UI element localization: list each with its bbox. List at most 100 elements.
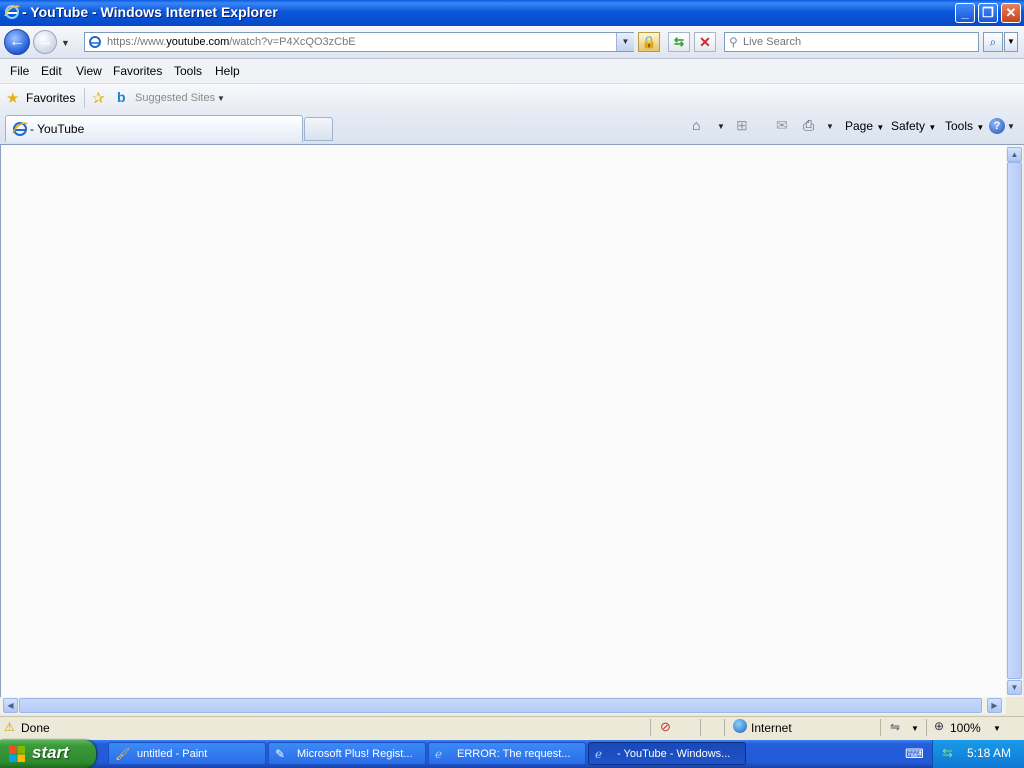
task-label: Microsoft Plus! Regist... xyxy=(297,748,413,760)
warning-icon: ⚠ xyxy=(4,720,15,734)
tools-menu-label: Tools xyxy=(945,119,974,133)
task-label: ERROR: The request... xyxy=(457,748,571,760)
keyboard-icon[interactable]: ⌨ xyxy=(905,746,924,762)
start-button[interactable]: start xyxy=(0,740,96,768)
status-bar xyxy=(0,716,1024,741)
page-content[interactable] xyxy=(0,145,1006,697)
menu-tools[interactable]: Tools xyxy=(174,64,202,78)
home-dropdown[interactable]: ▼ xyxy=(717,122,725,131)
ie-icon xyxy=(12,122,28,136)
search-input[interactable] xyxy=(743,34,973,50)
print-icon[interactable]: ⎙ xyxy=(803,117,814,134)
stop-button[interactable]: ✕ xyxy=(694,32,716,52)
zoom-level[interactable]: 100% xyxy=(950,721,981,735)
close-icon: ✕ xyxy=(1005,5,1017,20)
status-divider xyxy=(880,719,881,736)
suggested-sites-dropdown[interactable]: ▼ xyxy=(217,94,225,103)
favorites-star-icon: ★ xyxy=(6,90,20,107)
clock[interactable]: 5:18 AM xyxy=(967,746,1011,760)
feeds-icon[interactable]: ⊞ xyxy=(736,117,748,134)
internet-zone-icon xyxy=(733,719,747,733)
search-options-dropdown[interactable]: ▼ xyxy=(1004,32,1018,52)
home-icon[interactable]: ⌂ xyxy=(692,117,700,133)
favorites-button[interactable]: Favorites xyxy=(26,91,75,105)
menu-view[interactable]: View xyxy=(76,64,102,78)
suggested-sites-button[interactable]: Suggested Sites xyxy=(135,92,215,104)
safety-menu-label: Safety xyxy=(891,119,926,133)
menu-help[interactable]: Help xyxy=(215,64,240,78)
protected-mode-icon[interactable]: ⇋ xyxy=(890,720,900,734)
popup-blocked-icon[interactable]: ⊘ xyxy=(660,719,671,735)
status-divider xyxy=(650,719,651,736)
url-text: https://www.youtube.com/watch?v=P4XcQO3z… xyxy=(107,36,356,48)
refresh-icon: ⇆ xyxy=(673,35,685,49)
menu-edit[interactable]: Edit xyxy=(41,64,62,78)
address-dropdown[interactable]: ▼ xyxy=(616,33,634,51)
status-text: Done xyxy=(21,721,50,735)
network-tray-icon[interactable]: ⇆ xyxy=(942,745,953,761)
ie-icon xyxy=(4,5,20,19)
recent-pages-dropdown[interactable]: ▼ xyxy=(61,38,70,48)
task-label: untitled - Paint xyxy=(137,748,208,760)
page-menu[interactable]: Page ▼ xyxy=(845,119,884,133)
magnifier-icon: ⌕ xyxy=(989,35,997,49)
scroll-down-button[interactable]: ▼ xyxy=(1007,680,1022,695)
safety-menu[interactable]: Safety ▼ xyxy=(891,119,936,133)
refresh-button[interactable]: ⇆ xyxy=(668,32,690,52)
add-to-favorites-icon[interactable]: ✰ xyxy=(92,89,105,107)
stop-icon: ✕ xyxy=(699,34,711,50)
vertical-scroll-thumb[interactable] xyxy=(1007,162,1022,679)
security-zone[interactable]: Internet xyxy=(751,721,792,735)
address-field[interactable]: https://www.youtube.com/watch?v=P4XcQO3z… xyxy=(84,32,634,52)
restore-icon: ❐ xyxy=(982,5,994,20)
url-prefix: https://www. xyxy=(107,36,167,48)
url-path: /watch?v=P4XcQO3zCbE xyxy=(229,36,356,48)
new-tab-button[interactable] xyxy=(304,117,333,141)
search-box[interactable]: ⚲ xyxy=(724,32,979,52)
minimize-button[interactable]: _ xyxy=(955,3,975,23)
title-bar[interactable]: - YouTube - Windows Internet Explorer xyxy=(0,0,1024,26)
ie-icon: ℯ xyxy=(595,747,603,761)
tab-label: - YouTube xyxy=(30,122,85,136)
lock-icon: 🔒 xyxy=(641,35,657,49)
task-ie-error[interactable]: ℯ ERROR: The request... xyxy=(428,742,586,765)
menu-bar: File Edit View Favorites Tools Help xyxy=(0,59,1024,84)
help-icon[interactable]: ? xyxy=(989,118,1005,134)
tab-youtube[interactable]: - YouTube xyxy=(5,115,303,142)
bing-icon: b xyxy=(117,89,126,105)
zoom-dropdown[interactable]: ▼ xyxy=(993,724,1001,733)
page-menu-label: Page xyxy=(845,119,874,133)
windows-flag-icon xyxy=(9,746,25,762)
restore-button[interactable]: ❐ xyxy=(978,3,998,23)
protected-mode-dropdown[interactable]: ▼ xyxy=(911,724,919,733)
tools-menu[interactable]: Tools ▼ xyxy=(945,119,984,133)
task-paint[interactable]: 🖌 untitled - Paint xyxy=(108,742,266,765)
back-button[interactable]: ← xyxy=(4,29,30,55)
scroll-up-button[interactable]: ▲ xyxy=(1007,147,1022,162)
menu-favorites[interactable]: Favorites xyxy=(113,64,162,78)
ie-icon: ℯ xyxy=(435,747,443,761)
task-plus-registration[interactable]: ✎ Microsoft Plus! Regist... xyxy=(268,742,426,765)
status-divider xyxy=(926,719,927,736)
read-mail-icon[interactable]: ✉ xyxy=(776,117,788,134)
paint-icon: 🖌 xyxy=(115,747,131,761)
page-ie-icon xyxy=(89,36,101,48)
forward-arrow-icon: → xyxy=(37,33,53,50)
print-dropdown[interactable]: ▼ xyxy=(826,122,834,131)
security-lock-button[interactable]: 🔒 xyxy=(638,32,660,52)
back-arrow-icon: ← xyxy=(9,33,25,50)
menu-file[interactable]: File xyxy=(10,64,29,78)
window-title: - YouTube - Windows Internet Explorer xyxy=(22,4,278,20)
zoom-icon: ⊕ xyxy=(934,719,945,733)
forward-button[interactable]: → xyxy=(33,30,57,54)
scroll-left-button[interactable]: ◀ xyxy=(3,698,18,713)
close-button[interactable]: ✕ xyxy=(1001,3,1021,23)
help-dropdown[interactable]: ▼ xyxy=(1007,122,1015,131)
search-go-button[interactable]: ⌕ xyxy=(983,32,1003,52)
status-divider xyxy=(700,719,701,736)
scroll-corner xyxy=(1006,697,1024,714)
scroll-right-button[interactable]: ▶ xyxy=(987,698,1002,713)
horizontal-scroll-thumb[interactable] xyxy=(19,698,982,713)
minimize-icon: _ xyxy=(961,5,969,20)
task-ie-youtube[interactable]: ℯ - YouTube - Windows... xyxy=(588,742,746,765)
